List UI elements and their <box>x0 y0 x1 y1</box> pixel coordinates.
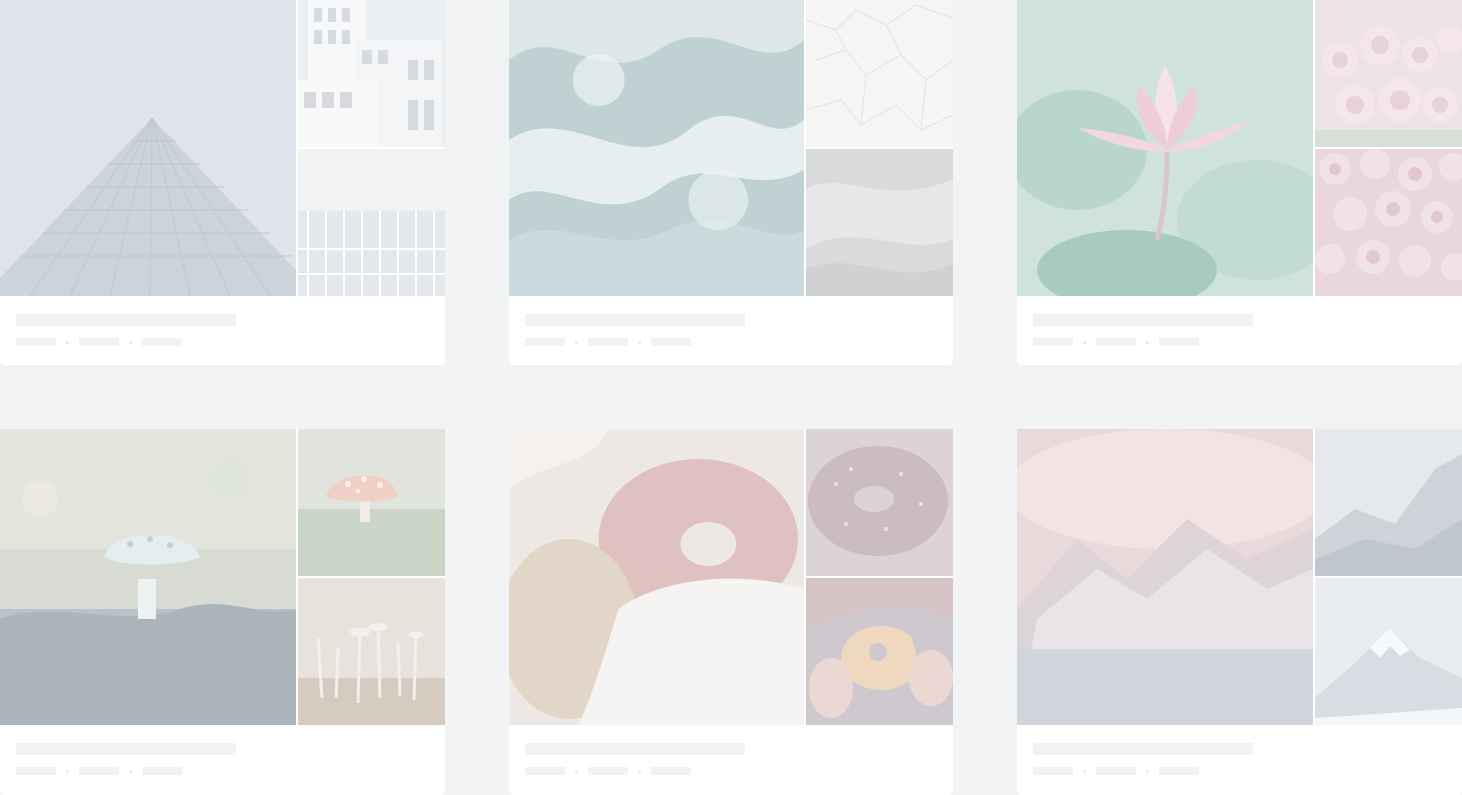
red-mushroom-image[interactable] <box>298 429 445 576</box>
card-meta <box>16 314 436 346</box>
meta-placeholder <box>588 767 628 775</box>
meta-placeholder <box>1096 338 1136 346</box>
card-meta <box>525 314 945 346</box>
title-placeholder <box>525 314 745 326</box>
meta-placeholder <box>525 767 565 775</box>
glass-facade-image[interactable] <box>298 149 445 296</box>
meta-placeholder <box>16 767 56 775</box>
card-meta <box>16 743 436 775</box>
meta-placeholder <box>651 767 691 775</box>
snowy-peak-image[interactable] <box>1315 578 1462 725</box>
gallery-card-water[interactable] <box>509 0 953 365</box>
meta-placeholder <box>142 338 182 346</box>
chocolate-donut-image[interactable] <box>806 429 953 576</box>
meta-placeholder <box>1159 767 1199 775</box>
meta-placeholder <box>142 767 182 775</box>
pink-mountain-image[interactable] <box>1017 429 1313 725</box>
roses-field-image[interactable] <box>1315 149 1462 296</box>
meta-placeholder <box>16 338 56 346</box>
meta-placeholder <box>1096 767 1136 775</box>
gallery-card-mushrooms[interactable] <box>0 429 445 795</box>
separator-dot <box>575 769 578 773</box>
title-placeholder <box>1033 743 1253 755</box>
separator-dot <box>1083 340 1086 344</box>
meta-placeholder <box>79 338 119 346</box>
card-meta <box>1033 743 1453 775</box>
meta-placeholder <box>1033 338 1073 346</box>
ocean-waves-image[interactable] <box>509 0 804 296</box>
cracked-texture-image[interactable] <box>806 0 953 147</box>
card-meta <box>1033 314 1453 346</box>
meta-placeholder <box>525 338 565 346</box>
pyramid-building-image[interactable] <box>0 0 296 296</box>
title-placeholder <box>16 743 236 755</box>
title-placeholder <box>1033 314 1253 326</box>
gallery-card-mountains[interactable] <box>1017 429 1462 795</box>
gallery-card-donuts[interactable] <box>509 429 953 795</box>
meta-placeholder <box>1033 767 1073 775</box>
meta-placeholder <box>1159 338 1199 346</box>
bitten-donut-image[interactable] <box>806 578 953 725</box>
roses-bouquet-image[interactable] <box>1315 0 1462 147</box>
separator-dot <box>129 340 132 344</box>
separator-dot <box>129 769 132 773</box>
sugar-donut-image[interactable] <box>509 429 804 725</box>
water-lily-image[interactable] <box>1017 0 1313 296</box>
separator-dot <box>1146 769 1149 773</box>
gallery-card-architecture[interactable] <box>0 0 445 365</box>
title-placeholder <box>525 743 745 755</box>
separator-dot <box>1083 769 1086 773</box>
thin-mushrooms-image[interactable] <box>298 578 445 725</box>
title-placeholder <box>16 314 236 326</box>
meta-placeholder <box>79 767 119 775</box>
separator-dot <box>66 340 69 344</box>
meta-placeholder <box>588 338 628 346</box>
card-meta <box>525 743 945 775</box>
misty-ridge-image[interactable] <box>1315 429 1462 576</box>
separator-dot <box>638 769 641 773</box>
marble-texture-image[interactable] <box>806 149 953 296</box>
meta-placeholder <box>651 338 691 346</box>
white-building-image[interactable] <box>298 0 445 147</box>
white-mushroom-image[interactable] <box>0 429 296 725</box>
separator-dot <box>638 340 641 344</box>
separator-dot <box>66 769 69 773</box>
separator-dot <box>575 340 578 344</box>
gallery-card-flowers[interactable] <box>1017 0 1462 365</box>
separator-dot <box>1146 340 1149 344</box>
